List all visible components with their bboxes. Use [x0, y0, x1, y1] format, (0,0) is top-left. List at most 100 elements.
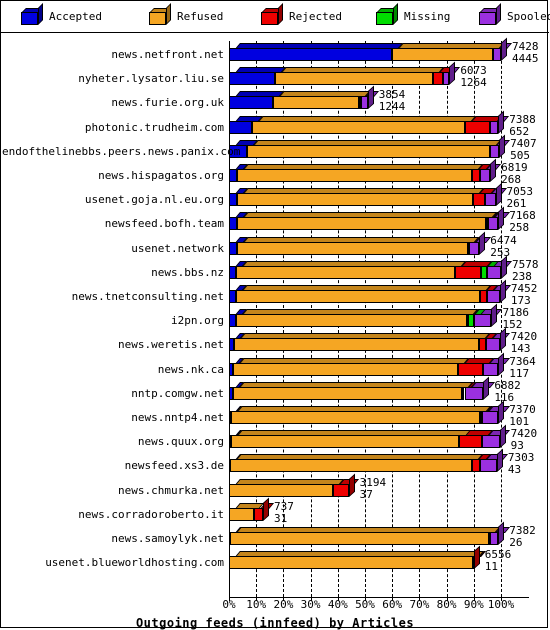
value-label-secondary: 26: [509, 536, 523, 549]
x-tick-mark: [392, 597, 394, 601]
category-label: nntp.comgw.net: [131, 386, 224, 400]
bar-segment-refused: [236, 241, 468, 255]
x-tick-mark: [365, 597, 366, 601]
value-label-secondary: 11: [484, 560, 499, 574]
category-label: news.tnetconsulting.net: [71, 290, 224, 303]
category-label: newsfeed.bofh.team: [104, 217, 224, 231]
value-label-secondary: 258: [509, 221, 530, 235]
bar-segment-rejected: [333, 483, 349, 497]
bar-end-cap: [490, 158, 497, 182]
value-label-secondary: 652: [509, 124, 530, 138]
bar-end-cap: [367, 85, 374, 110]
category-label: usenet.goja.nl.eu.org: [84, 193, 224, 207]
value-label-total: 737: [274, 499, 294, 513]
bar-photonic.trudheim.com: [229, 110, 510, 134]
category-label: news.nk.ca: [157, 362, 224, 376]
bar-newsfeed.bofh.team: [229, 206, 510, 231]
bar-news.quux.org: [229, 424, 511, 449]
bar-segment-spooled: [480, 459, 497, 473]
value-label-secondary: 152: [502, 318, 523, 332]
value-label-total: 6882: [494, 378, 521, 392]
bar-usenet.blueworldhosting.com: [229, 545, 487, 570]
bar-news.hispagatos.org: [229, 158, 502, 182]
value-label-total: 7053: [506, 185, 534, 199]
bar-segment-refused: [229, 507, 254, 521]
value-label-total: 6073: [460, 64, 487, 78]
bar-segment-spooled: [487, 265, 501, 279]
bar-segment-refused: [272, 96, 359, 110]
category-label: newsfeed.xs3.de: [124, 459, 224, 473]
value-label-total: 7388: [509, 112, 536, 126]
bar-segment-spooled: [480, 169, 491, 182]
bar-segment-spooled: [490, 144, 500, 158]
bar-end-cap: [449, 61, 456, 86]
legend-label: Refused: [177, 10, 224, 23]
legend-label: Accepted: [49, 10, 102, 23]
category-label: news.samoylyk.net: [111, 532, 224, 545]
bar-segment-refused: [235, 290, 480, 303]
x-tick-mark: [446, 597, 448, 601]
bar-segment-refused: [233, 386, 462, 400]
bar-segment-refused: [392, 48, 493, 61]
bar-segment-refused: [236, 265, 456, 279]
bar-segment-accepted: [229, 217, 238, 231]
bar-segment-rejected: [432, 72, 443, 86]
bar-nyheter.lysator.liu.se: [229, 61, 461, 86]
legend-label: Rejected: [289, 10, 342, 23]
bar-segment-refused: [236, 193, 473, 207]
value-label-secondary: 268: [501, 173, 521, 186]
bar-news.nntp4.net: [229, 400, 510, 424]
cube-icon-refused: [149, 3, 171, 25]
bar-segment-refused: [230, 435, 460, 449]
chart-legend: Accepted Refused Rejected Missing Spooled: [1, 1, 550, 33]
bar-endofthelinebbs.peers.news.panix.com: [229, 134, 511, 158]
plot-area: news.netfront.net nyheter.lysator.liu.se n…: [1, 33, 549, 630]
category-label: usenet.blueworldhosting.com: [45, 556, 224, 570]
value-label-secondary: 173: [510, 294, 531, 307]
chart-frame: Accepted Refused Rejected Missing Spooled ne…: [0, 0, 550, 630]
bar-end-cap: [499, 424, 506, 449]
value-label-secondary: 4445: [512, 52, 539, 65]
bar-segment-spooled: [481, 411, 499, 424]
value-label-total: 7168: [509, 209, 536, 223]
bar-segment-spooled: [487, 217, 499, 231]
bar-segment-rejected: [455, 265, 481, 279]
value-label-total: 7452: [510, 282, 538, 295]
bar-end-cap: [498, 206, 505, 231]
category-label: news.chmurka.net: [118, 483, 224, 497]
bar-news.nk.ca: [229, 352, 510, 376]
value-label-total: 7382: [509, 524, 536, 537]
bar-i2pn.org: [229, 303, 503, 328]
bar-end-cap: [498, 110, 505, 134]
bar-segment-spooled: [482, 435, 500, 449]
bar-news.chmurka.net: [229, 473, 360, 497]
x-tick-mark: [419, 597, 421, 601]
value-label-total: 7420: [510, 427, 538, 441]
bar-segment-refused: [232, 362, 458, 376]
cube-icon-rejected: [261, 3, 283, 25]
bar-segment-accepted: [229, 314, 236, 328]
x-tick-mark: [283, 597, 285, 601]
bar-segment-spooled: [360, 96, 368, 110]
bar-segment-refused: [234, 338, 480, 352]
bar-end-cap: [263, 497, 269, 521]
bar-segment-rejected: [479, 338, 487, 352]
value-label-total: 7428: [512, 40, 539, 53]
bar-newsfeed.xs3.de: [229, 448, 508, 473]
bar-end-cap: [479, 231, 486, 255]
x-tick-mark: [473, 597, 475, 601]
bar-segment-missing: [480, 265, 488, 279]
value-label-total: 7578: [512, 257, 539, 271]
bar-news.weretis.net: [229, 327, 511, 352]
bar-segment-spooled: [489, 532, 499, 545]
legend-item-accepted: Accepted: [21, 3, 102, 25]
x-tick-mark: [337, 597, 339, 601]
bar-segment-rejected: [464, 120, 491, 134]
legend-item-rejected: Rejected: [261, 3, 342, 25]
value-label-total: 7186: [502, 306, 529, 320]
bar-news.furie.org.uk: [229, 85, 379, 110]
bar-segment-refused: [229, 532, 489, 545]
value-label-total: 7407: [510, 136, 537, 150]
value-label-secondary: 37: [359, 487, 373, 501]
category-label: i2pn.org: [171, 314, 224, 328]
